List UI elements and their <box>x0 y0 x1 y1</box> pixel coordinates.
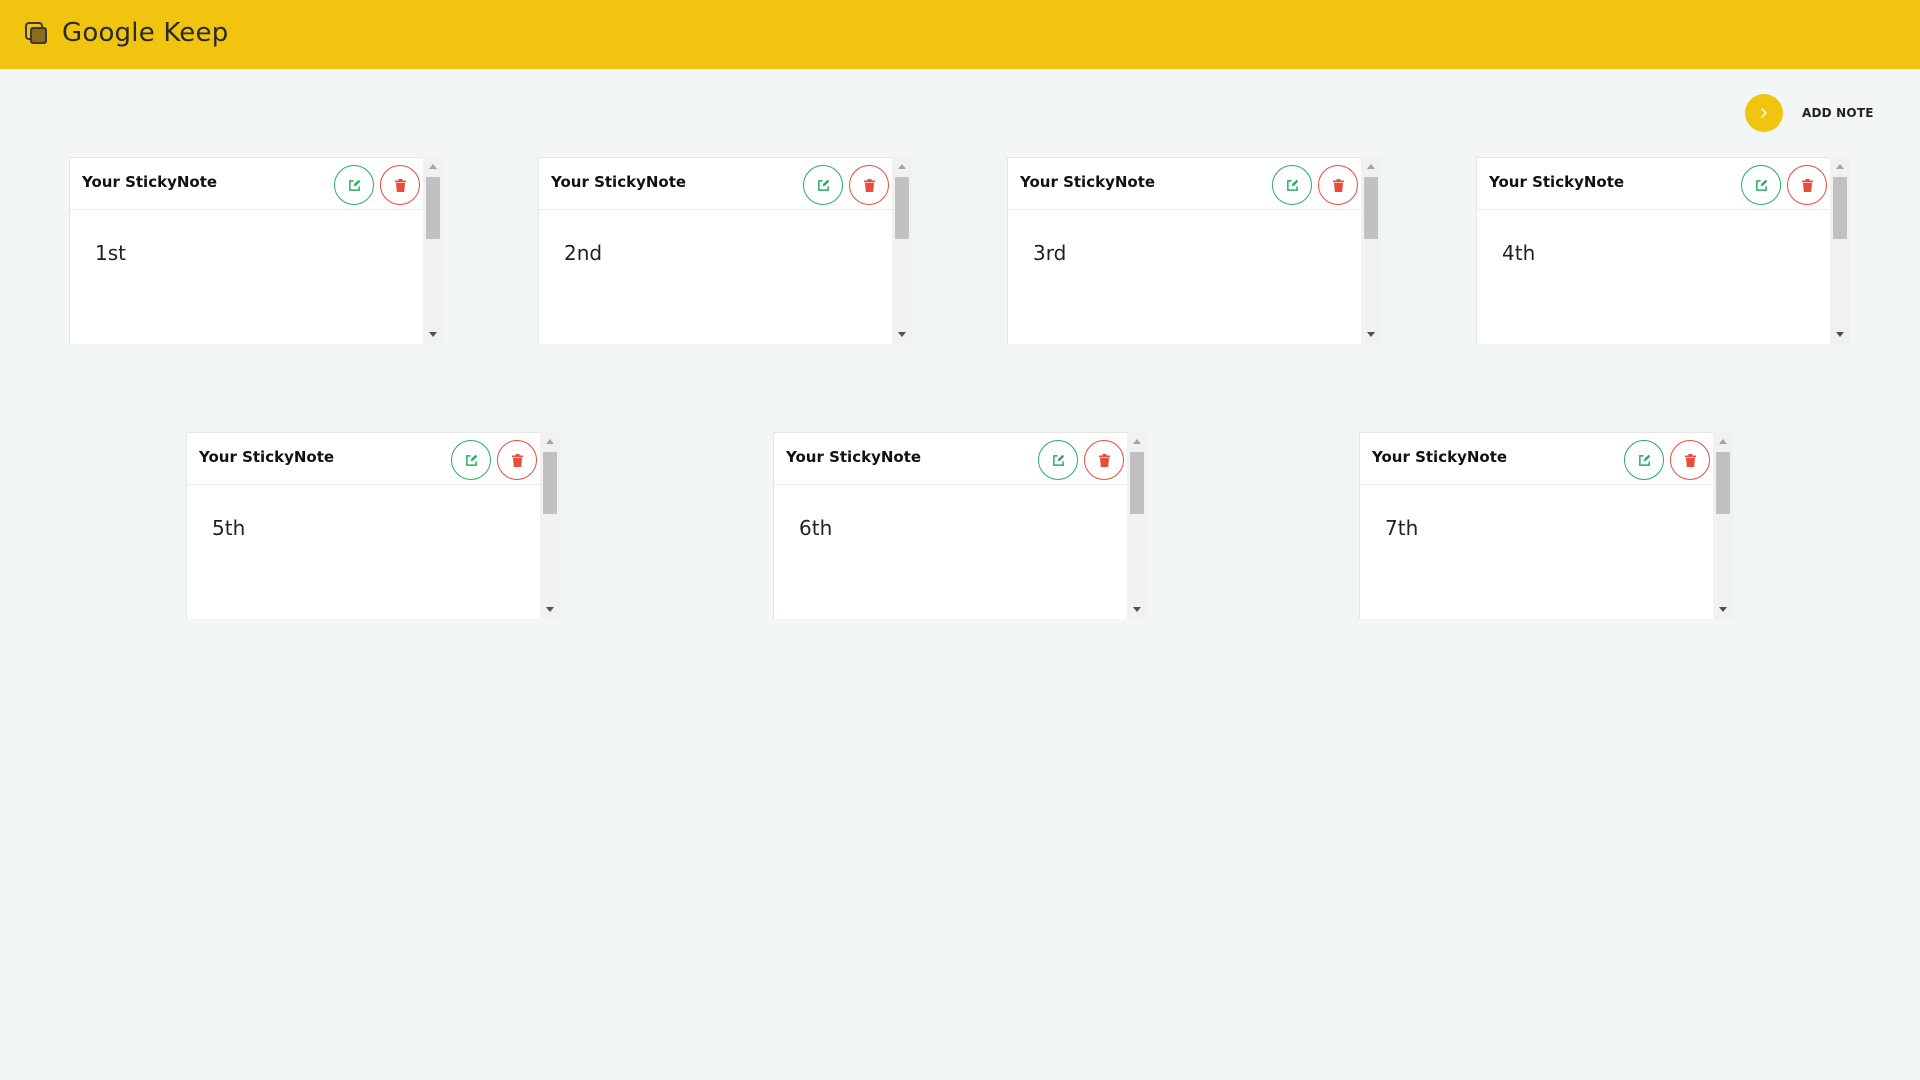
scroll-up-arrow[interactable] <box>1367 164 1375 169</box>
delete-note-button[interactable] <box>1318 165 1358 205</box>
app-title: Google Keep <box>62 18 229 48</box>
trash-icon <box>863 178 875 192</box>
note-title: Your StickyNote <box>1372 448 1508 466</box>
scroll-thumb[interactable] <box>1716 452 1730 514</box>
scroll-thumb[interactable] <box>1130 452 1144 514</box>
note-card: Your StickyNote 2nd <box>538 157 893 344</box>
note-card: Your StickyNote 1st <box>69 157 424 344</box>
note-text[interactable]: 5th <box>212 516 245 540</box>
note-header: Your StickyNote <box>539 158 893 210</box>
app-header: Google Keep <box>0 0 1920 69</box>
note-scrollbar[interactable] <box>1713 432 1733 619</box>
note-scrollbar[interactable] <box>540 432 560 619</box>
scroll-down-arrow[interactable] <box>898 332 906 337</box>
add-note-circle[interactable] <box>1745 94 1783 132</box>
scroll-thumb[interactable] <box>895 177 909 239</box>
note-scrollbar[interactable] <box>1361 157 1381 344</box>
note-title: Your StickyNote <box>786 448 922 466</box>
scroll-up-arrow[interactable] <box>1836 164 1844 169</box>
edit-icon <box>1052 454 1064 466</box>
note-scrollbar[interactable] <box>1127 432 1147 619</box>
note-text[interactable]: 4th <box>1502 241 1535 265</box>
delete-note-button[interactable] <box>1787 165 1827 205</box>
note-title: Your StickyNote <box>551 173 687 191</box>
scroll-thumb[interactable] <box>1364 177 1378 239</box>
trash-icon <box>1098 453 1110 467</box>
delete-note-button[interactable] <box>849 165 889 205</box>
scroll-down-arrow[interactable] <box>1133 607 1141 612</box>
trash-icon <box>1801 178 1813 192</box>
sticky-note: Your StickyNote 1st <box>69 157 443 344</box>
scroll-thumb[interactable] <box>426 177 440 239</box>
note-scrollbar[interactable] <box>892 157 912 344</box>
scroll-up-arrow[interactable] <box>1133 439 1141 444</box>
note-title: Your StickyNote <box>82 173 218 191</box>
edit-note-button[interactable] <box>1272 165 1312 205</box>
note-header: Your StickyNote <box>1008 158 1362 210</box>
note-text[interactable]: 1st <box>95 241 126 265</box>
edit-note-button[interactable] <box>334 165 374 205</box>
edit-note-button[interactable] <box>803 165 843 205</box>
edit-icon <box>465 454 477 466</box>
sticky-note: Your StickyNote 2nd <box>538 157 912 344</box>
scroll-up-arrow[interactable] <box>429 164 437 169</box>
scroll-up-arrow[interactable] <box>898 164 906 169</box>
trash-icon <box>511 453 523 467</box>
note-text[interactable]: 7th <box>1385 516 1418 540</box>
edit-icon <box>817 179 829 191</box>
note-header: Your StickyNote <box>774 433 1128 485</box>
note-text[interactable]: 3rd <box>1033 241 1066 265</box>
trash-icon <box>394 178 406 192</box>
note-header: Your StickyNote <box>1477 158 1831 210</box>
note-header: Your StickyNote <box>1360 433 1714 485</box>
scroll-thumb[interactable] <box>1833 177 1847 239</box>
note-scrollbar[interactable] <box>1830 157 1850 344</box>
trash-icon <box>1332 178 1344 192</box>
add-note-label[interactable]: ADD NOTE <box>1802 106 1874 120</box>
scroll-down-arrow[interactable] <box>1836 332 1844 337</box>
delete-note-button[interactable] <box>1670 440 1710 480</box>
edit-icon <box>1286 179 1298 191</box>
edit-icon <box>1755 179 1767 191</box>
note-card: Your StickyNote 5th <box>186 432 541 619</box>
scroll-thumb[interactable] <box>543 452 557 514</box>
note-title: Your StickyNote <box>1489 173 1625 191</box>
note-scrollbar[interactable] <box>423 157 443 344</box>
sticky-note: Your StickyNote 3rd <box>1007 157 1381 344</box>
note-header: Your StickyNote <box>187 433 541 485</box>
note-card: Your StickyNote 7th <box>1359 432 1714 619</box>
delete-note-button[interactable] <box>497 440 537 480</box>
note-header: Your StickyNote <box>70 158 424 210</box>
scroll-down-arrow[interactable] <box>1719 607 1727 612</box>
edit-note-button[interactable] <box>451 440 491 480</box>
note-card: Your StickyNote 3rd <box>1007 157 1362 344</box>
sticky-note: Your StickyNote 7th <box>1359 432 1733 619</box>
delete-note-button[interactable] <box>1084 440 1124 480</box>
edit-note-button[interactable] <box>1741 165 1781 205</box>
trash-icon <box>1684 453 1696 467</box>
edit-icon <box>348 179 360 191</box>
note-card: Your StickyNote 4th <box>1476 157 1831 344</box>
scroll-down-arrow[interactable] <box>429 332 437 337</box>
add-note-button[interactable]: ADD NOTE <box>1745 94 1874 132</box>
scroll-up-arrow[interactable] <box>1719 439 1727 444</box>
edit-icon <box>1638 454 1650 466</box>
scroll-up-arrow[interactable] <box>546 439 554 444</box>
chevron-right-icon <box>1761 108 1767 118</box>
delete-note-button[interactable] <box>380 165 420 205</box>
sticky-note: Your StickyNote 5th <box>186 432 560 619</box>
edit-note-button[interactable] <box>1624 440 1664 480</box>
edit-note-button[interactable] <box>1038 440 1078 480</box>
sticky-note: Your StickyNote 4th <box>1476 157 1850 344</box>
scroll-down-arrow[interactable] <box>1367 332 1375 337</box>
scroll-down-arrow[interactable] <box>546 607 554 612</box>
sticky-note: Your StickyNote 6th <box>773 432 1147 619</box>
note-card: Your StickyNote 6th <box>773 432 1128 619</box>
note-text[interactable]: 6th <box>799 516 832 540</box>
note-title: Your StickyNote <box>199 448 335 466</box>
note-text[interactable]: 2nd <box>564 241 602 265</box>
stacked-notes-icon <box>25 22 47 44</box>
note-title: Your StickyNote <box>1020 173 1156 191</box>
